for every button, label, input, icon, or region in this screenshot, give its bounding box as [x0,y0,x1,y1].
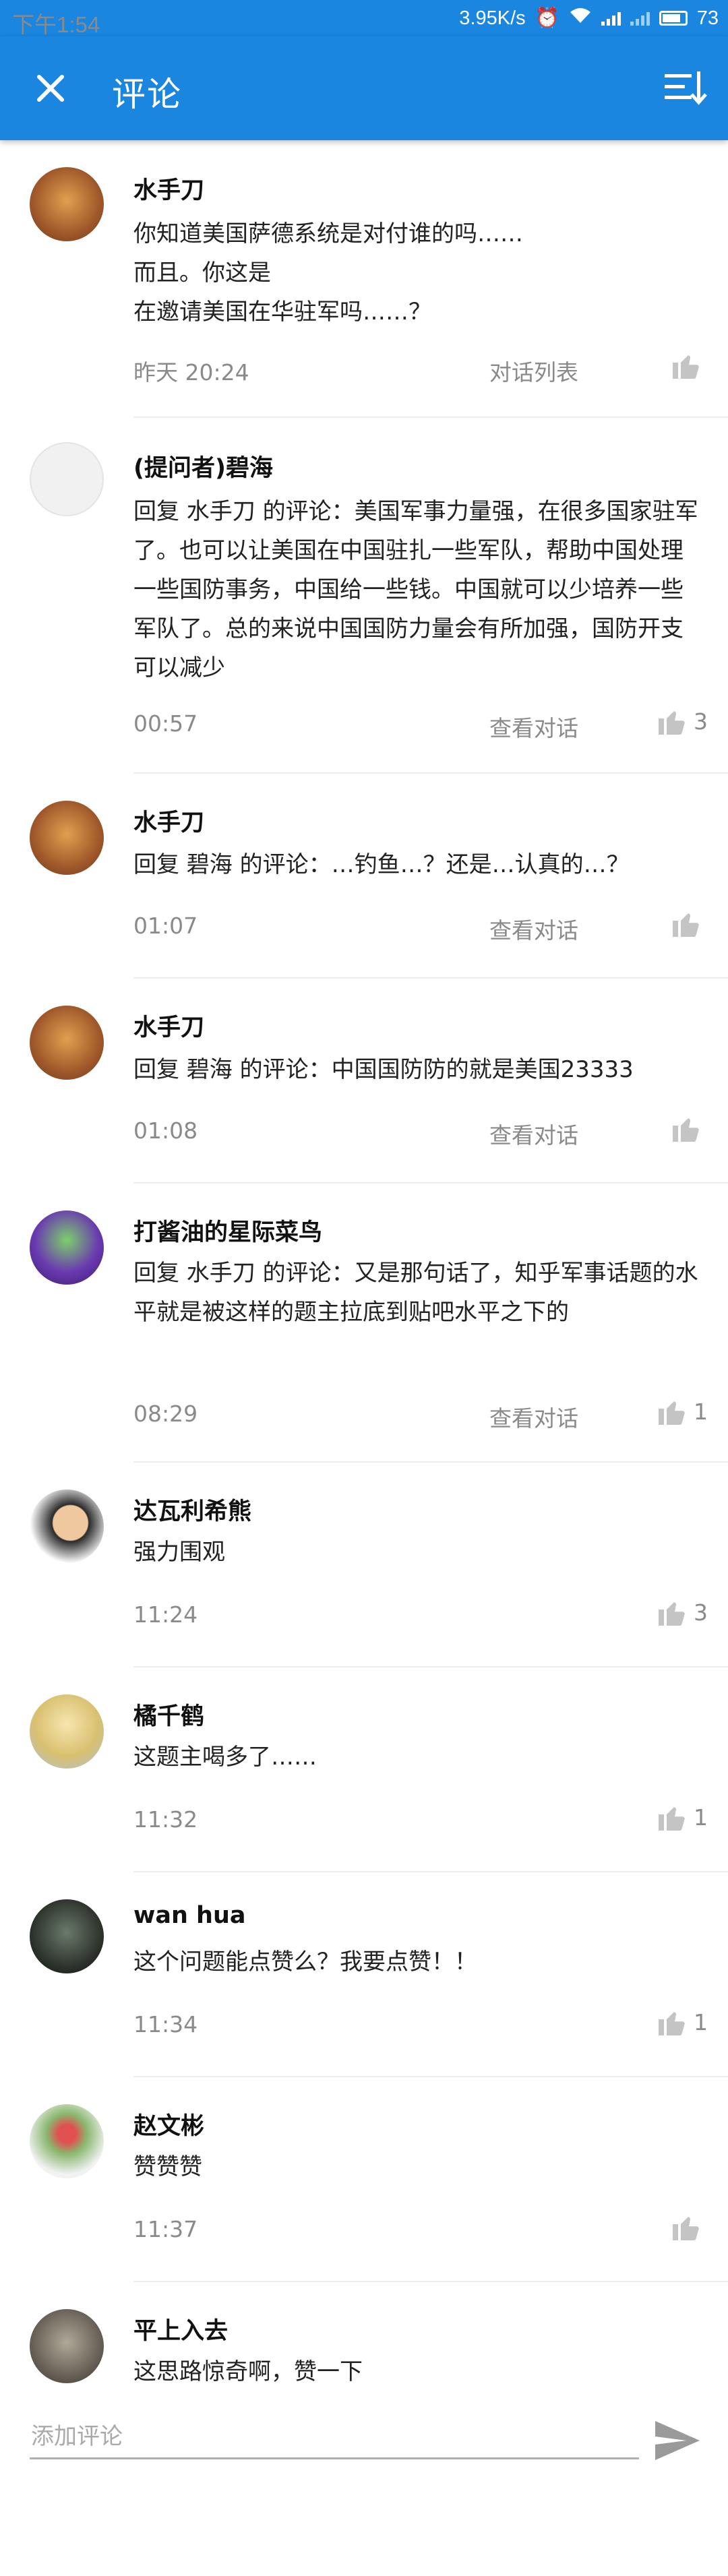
comment-item: 水手刀 回复 碧海 的评论：中国国防防的就是美国23333 01:08 查看对话 [0,979,728,1184]
like-count: 3 [694,708,708,735]
like-count: 1 [694,1804,708,1831]
like-button[interactable]: 1 [656,2006,708,2038]
comment-item: 水手刀 你知道美国萨德系统是对付谁的吗…… 而且。你这是 在邀请美国在华驻军吗…… [0,140,728,418]
send-button[interactable] [653,2418,702,2463]
comment-text: 这题主喝多了…… [133,1744,317,1771]
comment-text: 强力围观 [133,1539,225,1566]
comment-time: 11:24 [133,1601,198,1628]
comment-text: 这个问题能点赞么？我要点赞！！ [133,1949,477,1975]
comment-text: 这思路惊奇啊，赞一下 [133,2358,363,2385]
like-button[interactable] [670,2211,708,2243]
sort-icon [665,71,707,105]
thumbs-up-icon [659,1401,685,1425]
comment-author[interactable]: 打酱油的星际菜鸟 [133,1213,322,1248]
battery-icon [659,11,688,26]
comment-text: 回复 碧海 的评论：…钓鱼…？还是…认真的…？ [133,851,630,878]
comment-text: 回复 碧海 的评论：中国国防防的就是美国23333 [133,1056,634,1083]
comment-time: 11:32 [133,1806,198,1833]
like-count: 1 [694,1398,708,1425]
thumbs-up-icon [673,913,699,937]
like-button[interactable]: 3 [656,705,708,737]
comment-author[interactable]: 水手刀 [133,1008,204,1043]
close-icon [37,75,64,102]
like-button[interactable]: 1 [656,1801,708,1833]
avatar[interactable] [30,2309,104,2383]
comment-text: 赞赞赞 [133,2153,202,2180]
comment-time: 11:34 [133,2011,198,2037]
view-conversation-link[interactable]: 查看对话 [489,1401,578,1433]
avatar[interactable] [30,2104,104,2178]
comment-author[interactable]: 水手刀 [133,803,204,838]
comment-text: 回复 水手刀 的评论：又是那句话了，知乎军事话题的水平就是被这样的题主拉底到贴吧… [133,1260,698,1326]
comment-text: 回复 水手刀 的评论：美国军事力量强，在很多国家驻军了。也可以让美国在中国驻扎一… [133,498,698,681]
thumbs-up-icon [659,1602,685,1626]
like-button[interactable] [670,1112,708,1144]
battery-level: 73 [696,7,719,29]
view-conversation-link[interactable]: 查看对话 [489,1117,578,1150]
like-button[interactable]: 1 [656,1395,708,1428]
comment-author[interactable]: 橘千鹤 [133,1697,204,1731]
comment-composer [0,2399,728,2480]
comment-author[interactable]: 水手刀 [133,171,204,206]
send-icon [655,2421,700,2460]
thumbs-up-icon [659,711,685,735]
thumbs-up-icon [659,2012,685,2035]
wifi-icon [569,7,592,30]
thumbs-up-icon [673,355,699,379]
avatar[interactable] [30,1490,104,1564]
comment-time: 11:37 [133,2216,198,2242]
avatar[interactable] [30,1694,104,1769]
comment-item: (提问者)碧海 回复 水手刀 的评论：美国军事力量强，在很多国家驻军了。也可以让… [0,418,728,774]
comment-time: 01:08 [133,1117,198,1144]
comment-text: 你知道美国萨德系统是对付谁的吗…… 而且。你这是 在邀请美国在华驻军吗……？ [133,220,523,326]
signal-icon-2 [630,11,650,26]
like-button[interactable] [670,907,708,940]
like-button[interactable]: 3 [656,1596,708,1628]
avatar[interactable] [30,801,104,875]
comment-item: 平上入去 这思路惊奇啊，赞一下 [0,2282,728,2417]
comment-author[interactable]: wan hua [133,1902,246,1929]
comment-item: wan hua 这个问题能点赞么？我要点赞！！ 11:34 1 [0,1872,728,2077]
like-count: 1 [694,2008,708,2035]
network-speed: 3.95K/s [459,7,526,29]
status-time: 下午1:54 [12,12,100,37]
signal-icon [601,11,621,26]
alarm-icon: ⏰ [535,7,559,29]
status-bar: 下午1:54 3.95K/s ⏰ 73 [0,0,728,37]
avatar[interactable] [30,442,104,516]
comment-author[interactable]: 赵文彬 [133,2107,204,2141]
comment-time: 昨天 20:24 [133,359,249,386]
like-count: 3 [694,1599,708,1626]
avatar[interactable] [30,167,104,241]
comment-item: 水手刀 回复 碧海 的评论：…钓鱼…？还是…认真的…？ 01:07 查看对话 [0,774,728,979]
comment-item: 赵文彬 赞赞赞 11:37 [0,2077,728,2282]
thumbs-up-icon [673,2217,699,2240]
avatar[interactable] [30,1899,104,1973]
comment-item: 达瓦利希熊 强力围观 11:24 3 [0,1463,728,1667]
thumbs-up-icon [673,1118,699,1142]
comment-time: 00:57 [133,710,198,737]
avatar[interactable] [30,1006,104,1080]
comment-item: 橘千鹤 这题主喝多了…… 11:32 1 [0,1667,728,1872]
thumbs-up-icon [659,1807,685,1831]
comment-item: 打酱油的星际菜鸟 回复 水手刀 的评论：又是那句话了，知乎军事话题的水平就是被这… [0,1184,728,1463]
avatar[interactable] [30,1210,104,1285]
page-title: 评论 [112,75,182,114]
comment-author[interactable]: (提问者)碧海 [133,449,273,483]
conversation-list-link[interactable]: 对话列表 [489,355,578,387]
comment-time: 01:07 [133,913,198,939]
close-button[interactable] [28,66,73,111]
sort-button[interactable] [661,65,708,112]
app-bar: 评论 [0,36,728,140]
view-conversation-link[interactable]: 查看对话 [489,710,578,743]
like-button[interactable] [670,349,708,381]
view-conversation-link[interactable]: 查看对话 [489,913,578,945]
comment-author[interactable]: 达瓦利希熊 [133,1492,251,1527]
comment-input[interactable] [30,2416,639,2459]
comment-author[interactable]: 平上入去 [133,2312,228,2346]
comment-time: 08:29 [133,1401,198,1427]
